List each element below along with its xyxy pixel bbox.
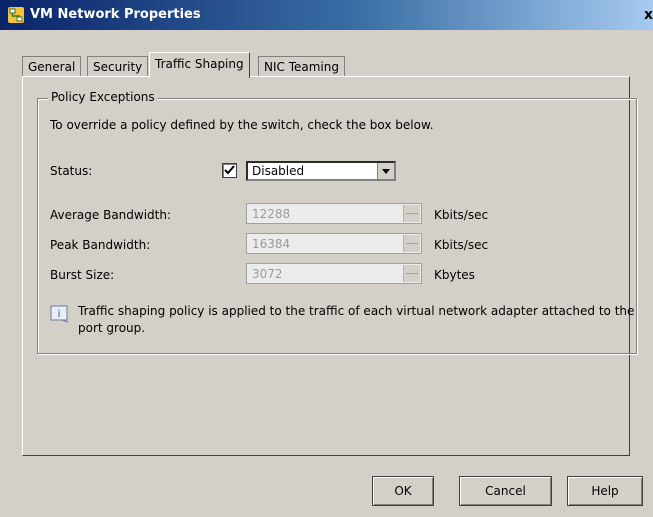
help-button[interactable]: Help <box>567 476 643 506</box>
status-checkbox[interactable] <box>222 163 237 178</box>
peak-bandwidth-unit: Kbits/sec <box>434 238 489 252</box>
checkmark-icon <box>224 165 235 175</box>
tab-security[interactable]: Security <box>87 56 149 77</box>
instruction-text: To override a policy defined by the swit… <box>50 118 434 132</box>
ok-button[interactable]: OK <box>372 476 434 506</box>
peak-bandwidth-stepper[interactable] <box>403 235 420 252</box>
burst-size-stepper[interactable] <box>403 265 420 282</box>
svg-text:i: i <box>58 309 61 320</box>
average-bandwidth-input[interactable]: 12288 <box>246 203 422 224</box>
status-dropdown[interactable]: Disabled <box>246 161 396 181</box>
info-icon: i <box>50 305 69 323</box>
tab-nic-teaming[interactable]: NIC Teaming <box>258 56 345 77</box>
network-icon <box>8 7 24 23</box>
group-legend: Policy Exceptions <box>48 90 158 104</box>
status-label: Status: <box>50 164 93 178</box>
average-bandwidth-label: Average Bandwidth: <box>50 208 172 222</box>
window-title: VM Network Properties <box>30 7 201 22</box>
peak-bandwidth-value: 16384 <box>252 237 291 251</box>
average-bandwidth-value: 12288 <box>252 207 291 221</box>
chevron-down-icon[interactable] <box>377 163 394 179</box>
average-bandwidth-stepper[interactable] <box>403 205 420 222</box>
peak-bandwidth-label: Peak Bandwidth: <box>50 238 151 252</box>
burst-size-value: 3072 <box>252 267 283 281</box>
dialog-window: VM Network Properties x General Security… <box>0 0 653 517</box>
tab-general[interactable]: General <box>22 56 82 77</box>
close-button[interactable]: x <box>635 7 653 23</box>
burst-size-unit: Kbytes <box>434 268 475 282</box>
burst-size-label: Burst Size: <box>50 268 115 282</box>
tab-traffic-shaping[interactable]: Traffic Shaping <box>149 52 250 78</box>
cancel-button[interactable]: Cancel <box>459 476 552 506</box>
title-bar[interactable]: VM Network Properties x <box>0 0 653 30</box>
average-bandwidth-unit: Kbits/sec <box>434 208 489 222</box>
status-value: Disabled <box>252 164 305 178</box>
info-note: Traffic shaping policy is applied to the… <box>78 304 635 335</box>
peak-bandwidth-input[interactable]: 16384 <box>246 233 422 254</box>
burst-size-input[interactable]: 3072 <box>246 263 422 284</box>
